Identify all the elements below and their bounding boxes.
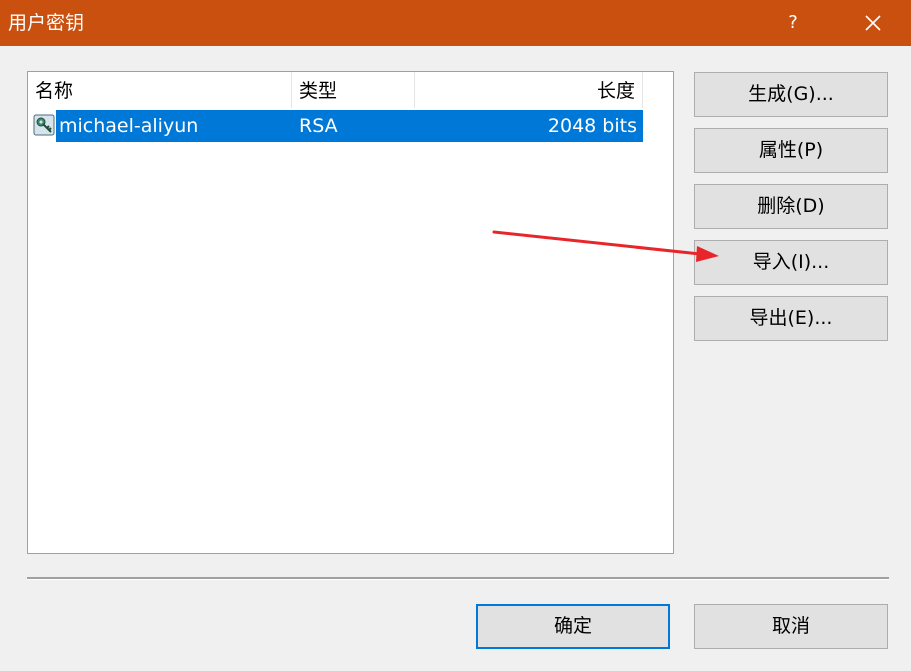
window-title: 用户密钥 (8, 12, 85, 34)
properties-button[interactable]: 属性(P) (694, 128, 888, 173)
list-item[interactable]: michael-aliyun RSA 2048 bits (28, 110, 643, 142)
key-name: michael-aliyun (59, 115, 199, 137)
close-icon (865, 15, 881, 31)
close-button[interactable] (850, 0, 896, 46)
column-header-type[interactable]: 类型 (292, 72, 415, 108)
export-button[interactable]: 导出(E)... (694, 296, 888, 341)
delete-button[interactable]: 删除(D) (694, 184, 888, 229)
column-header-length[interactable]: 长度 (415, 72, 643, 108)
import-button[interactable]: 导入(I)... (694, 240, 888, 285)
key-list[interactable]: 名称 类型 长度 michael-aliyun RSA 2048 bits (27, 71, 674, 554)
help-button[interactable]: ? (770, 0, 816, 46)
title-bar: 用户密钥 ? (0, 0, 911, 46)
key-type: RSA (299, 115, 338, 137)
separator (27, 577, 889, 580)
key-icon (33, 114, 55, 136)
generate-button[interactable]: 生成(G)... (694, 72, 888, 117)
column-header-name[interactable]: 名称 (28, 72, 292, 108)
ok-button[interactable]: 确定 (476, 604, 670, 649)
key-length: 2048 bits (547, 115, 637, 137)
cancel-button[interactable]: 取消 (694, 604, 888, 649)
